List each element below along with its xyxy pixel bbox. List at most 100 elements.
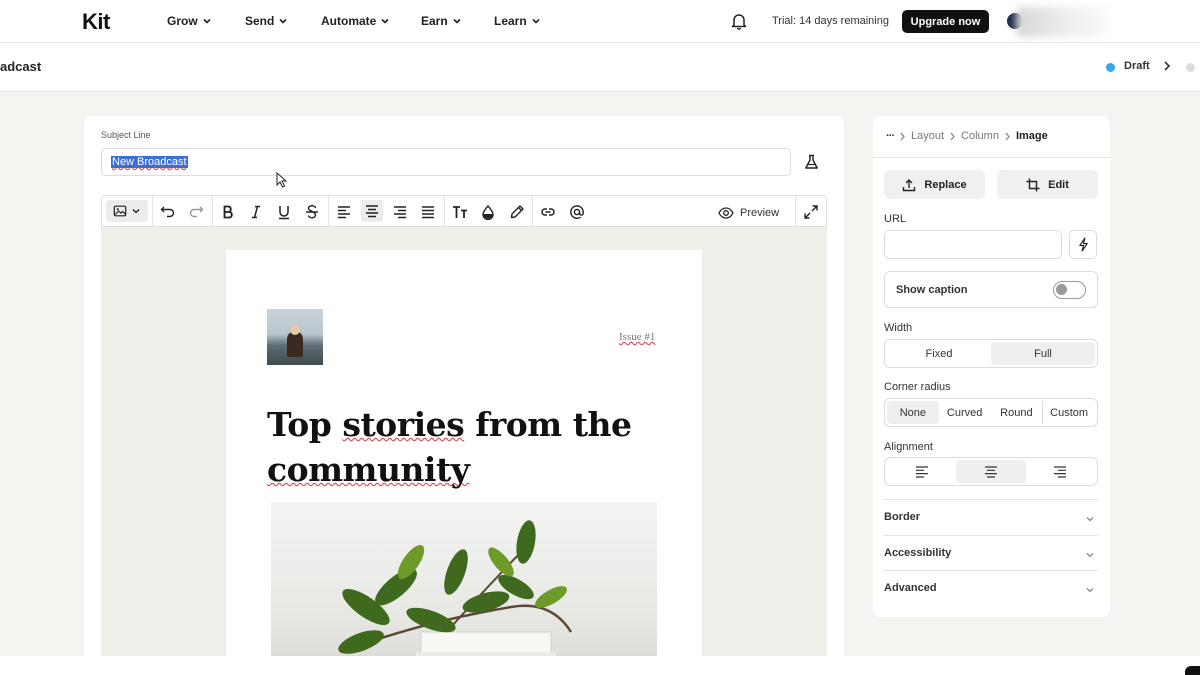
insert-image-dropdown[interactable] — [106, 200, 148, 222]
chevron-down-icon — [203, 18, 211, 24]
nav-earn[interactable]: Earn — [421, 14, 462, 28]
color-drop-icon — [482, 204, 494, 220]
accessibility-section-title: Accessibility — [884, 547, 952, 559]
expand-icon — [804, 205, 818, 219]
chevron-down-icon — [453, 18, 461, 24]
page-header: adcast Draft — [0, 43, 1200, 92]
mention-icon — [570, 205, 584, 219]
headline-word: from — [475, 405, 562, 444]
undo-icon — [160, 206, 175, 218]
bold-icon — [223, 205, 233, 219]
italic-button[interactable] — [248, 204, 264, 220]
advanced-section[interactable]: Advanced — [884, 570, 1098, 606]
subject-line-input[interactable]: New Broadcast — [101, 148, 791, 176]
selected-image[interactable] — [271, 502, 657, 675]
chevron-right-icon — [900, 132, 905, 140]
expand-button[interactable] — [803, 204, 819, 220]
nav-automate[interactable]: Automate — [321, 14, 390, 28]
advanced-section-title: Advanced — [884, 582, 937, 594]
preview-label: Preview — [740, 207, 780, 219]
highlight-button[interactable] — [509, 204, 525, 220]
align-center-button[interactable] — [361, 200, 383, 222]
url-input[interactable] — [884, 230, 1062, 259]
text-color-button[interactable] — [480, 204, 496, 220]
nav-learn-label: Learn — [494, 14, 527, 28]
edit-image-button[interactable]: Edit — [997, 170, 1098, 199]
bell-icon[interactable] — [731, 12, 747, 30]
text-size-icon — [453, 206, 467, 218]
corner-radius-selector: None Curved Round Custom — [884, 398, 1098, 427]
mention-button[interactable] — [569, 204, 585, 220]
align-left-button[interactable] — [336, 204, 352, 220]
toolbar-divider — [444, 196, 445, 226]
account-menu[interactable] — [1016, 7, 1108, 37]
headline-word: community — [267, 450, 470, 489]
dynamic-link-button[interactable] — [1069, 230, 1097, 259]
width-fixed-option[interactable]: Fixed — [887, 342, 991, 365]
nav-automate-label: Automate — [321, 14, 377, 28]
nav-send[interactable]: Send — [245, 14, 288, 28]
photo-subject-head — [290, 325, 300, 335]
more-options-button[interactable]: ··· — [886, 130, 895, 142]
header-photo[interactable] — [267, 309, 323, 365]
flask-icon[interactable] — [804, 154, 819, 170]
corner-custom-option[interactable]: Custom — [1042, 401, 1095, 424]
edit-label: Edit — [1048, 178, 1069, 191]
underline-icon — [279, 206, 289, 220]
corner-none-option[interactable]: None — [887, 401, 939, 424]
breadcrumb: ··· Layout Column Image — [886, 130, 1048, 142]
link-button[interactable] — [540, 204, 556, 220]
align-center-option[interactable] — [956, 460, 1026, 483]
redo-button[interactable] — [188, 204, 204, 220]
show-caption-toggle[interactable] — [1053, 281, 1086, 299]
chevron-down-icon — [279, 18, 287, 24]
corner-curved-option[interactable]: Curved — [939, 401, 991, 424]
upload-icon — [903, 178, 916, 191]
page-title: adcast — [0, 59, 42, 74]
border-section[interactable]: Border — [884, 499, 1098, 535]
align-right-button[interactable] — [392, 204, 408, 220]
bold-button[interactable] — [220, 204, 236, 220]
strikethrough-button[interactable] — [304, 204, 320, 220]
align-left-icon — [338, 206, 350, 219]
subject-line-value: New Broadcast — [111, 156, 188, 168]
upgrade-button[interactable]: Upgrade now — [902, 10, 989, 33]
align-center-icon — [366, 205, 378, 218]
nav-earn-label: Earn — [421, 14, 448, 28]
nav-grow[interactable]: Grow — [167, 14, 212, 28]
breadcrumb-current: Image — [1015, 130, 1048, 142]
alignment-label: Alignment — [884, 441, 933, 453]
trial-status: Trial: 14 days remaining — [772, 15, 889, 27]
toolbar-divider — [212, 196, 213, 226]
nav-learn[interactable]: Learn — [494, 14, 541, 28]
breadcrumb-column[interactable]: Column — [961, 130, 999, 142]
email-canvas: Issue #1 Top stories from the community — [101, 227, 827, 675]
issue-number[interactable]: Issue #1 — [619, 331, 655, 343]
replace-button[interactable]: Replace — [884, 170, 985, 199]
align-right-option[interactable] — [1026, 460, 1095, 483]
chevron-right-icon[interactable] — [1162, 60, 1172, 72]
eye-icon — [718, 207, 734, 219]
help-widget[interactable] — [1185, 666, 1200, 675]
headline-word: the — [572, 405, 632, 444]
preview-button[interactable]: Preview — [718, 205, 779, 221]
width-label: Width — [884, 322, 913, 334]
text-size-button[interactable] — [452, 204, 468, 220]
kit-logo[interactable]: Kit — [82, 9, 110, 35]
underline-button[interactable] — [276, 204, 292, 220]
align-left-icon — [915, 465, 928, 478]
mouse-cursor-icon — [276, 172, 288, 188]
align-justify-button[interactable] — [420, 204, 436, 220]
align-left-option[interactable] — [887, 460, 956, 483]
accessibility-section[interactable]: Accessibility — [884, 535, 1098, 571]
undo-button[interactable] — [160, 204, 176, 220]
breadcrumb-layout[interactable]: Layout — [911, 130, 944, 142]
link-icon — [541, 208, 555, 216]
toolbar-divider — [795, 196, 796, 226]
email-headline[interactable]: Top stories from the community — [267, 402, 687, 492]
align-justify-icon — [422, 206, 434, 219]
corner-round-option[interactable]: Round — [991, 401, 1043, 424]
width-full-option[interactable]: Full — [991, 342, 1095, 365]
nav-send-label: Send — [245, 14, 275, 28]
align-center-icon — [984, 465, 997, 478]
